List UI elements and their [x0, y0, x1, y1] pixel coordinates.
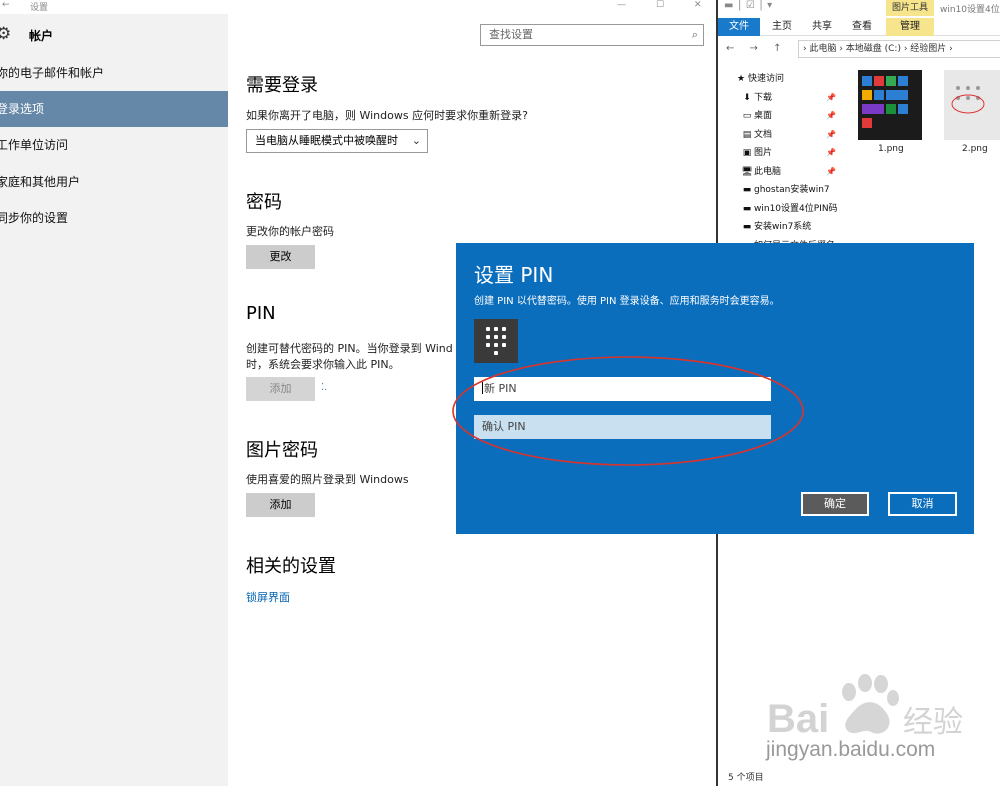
- nav-item-label: 此电脑: [754, 166, 782, 177]
- nav-item[interactable]: ▬ 安装win7系统: [718, 218, 842, 236]
- nav-item[interactable]: ▭ 桌面 📌: [718, 107, 842, 125]
- chevron-down-icon: ⌄: [411, 134, 421, 147]
- picture-password-desc: 使用喜爱的照片登录到 Windows: [246, 473, 409, 486]
- explorer-titlebar: ▬ │ ☑ │ ▾ 图片工具 win10设置4位P: [718, 0, 1000, 18]
- pin-icon[interactable]: 📌: [826, 144, 836, 162]
- dialog-title: 设置 PIN: [474, 263, 554, 287]
- require-signin-desc: 如果你离开了电脑，则 Windows 应何时要求你重新登录?: [246, 109, 528, 122]
- image-thumbnail-icon: [944, 70, 1000, 140]
- section-heading-require-signin: 需要登录: [246, 75, 318, 96]
- add-pin-button[interactable]: 添加: [246, 377, 315, 401]
- tab-view[interactable]: 查看: [846, 18, 878, 36]
- dialog-description: 创建 PIN 以代替密码。使用 PIN 登录设备、应用和服务时会更容易。: [474, 296, 780, 307]
- sidebar: ⚙ 帐户 你的电子邮件和帐户 登录选项 工作单位访问 家庭和其他用户 同步你的设…: [0, 14, 228, 786]
- sidebar-title: 帐户: [29, 29, 54, 43]
- nav-item[interactable]: ★ 快速访问: [718, 70, 842, 88]
- watermark-url: jingyan.baidu.com: [766, 738, 936, 761]
- sidebar-item-sync-settings[interactable]: 同步你的设置: [0, 200, 228, 236]
- sidebar-item-family-users[interactable]: 家庭和其他用户: [0, 164, 228, 200]
- pin-icon[interactable]: 📌: [826, 89, 836, 107]
- sidebar-item-label: 工作单位访问: [0, 138, 69, 152]
- folder-icon: ▤: [742, 129, 752, 140]
- gear-icon: ⚙: [0, 24, 12, 44]
- nav-item[interactable]: ⬇ 下载 📌: [718, 89, 842, 107]
- folder-icon: ⬇: [743, 92, 751, 103]
- dropdown-value: 当电脑从睡眠模式中被唤醒时: [255, 134, 398, 147]
- section-heading-password: 密码: [246, 192, 282, 213]
- sidebar-item-label: 你的电子邮件和帐户: [0, 66, 105, 80]
- section-heading-related: 相关的设置: [246, 556, 336, 577]
- address-path[interactable]: › 此电脑 › 本地磁盘 (C:) › 经验图片 ›: [798, 40, 1000, 58]
- file-thumbnail-2[interactable]: [944, 70, 1000, 140]
- address-bar: ← → ↑ › 此电脑 › 本地磁盘 (C:) › 经验图片 ›: [718, 38, 1000, 60]
- pin-desc-line2: 时，系统会要求你输入此 PIN。: [246, 358, 400, 371]
- sidebar-item-label: 登录选项: [0, 102, 45, 116]
- pin-desc-line1: 创建可替代密码的 PIN。当你登录到 Wind: [246, 342, 453, 355]
- pin-icon[interactable]: 📌: [826, 163, 836, 181]
- password-desc: 更改你的帐户密码: [246, 225, 334, 238]
- baidu-jingyan-logo: Bai 经验: [767, 674, 963, 741]
- sidebar-header: ⚙ 帐户: [0, 24, 228, 48]
- loading-spinner-icon: ⁚.: [321, 382, 328, 393]
- quick-access-toolbar-icon[interactable]: ▬ │ ☑ │ ▾: [724, 0, 772, 11]
- nav-item-label: 安装win7系统: [754, 222, 812, 232]
- nav-item-label: 图片: [754, 148, 773, 158]
- folder-icon: ▣: [742, 148, 752, 158]
- pin-icon[interactable]: 📌: [826, 126, 836, 144]
- back-arrow-icon[interactable]: ←: [2, 0, 10, 10]
- picture-tools-tab[interactable]: 图片工具: [886, 0, 934, 16]
- pin-icon[interactable]: 📌: [826, 107, 836, 125]
- nav-item[interactable]: ▬ win10设置4位PIN码: [718, 200, 842, 218]
- nav-item-label: 桌面: [754, 111, 773, 121]
- tab-share[interactable]: 共享: [806, 18, 838, 36]
- lock-screen-link[interactable]: 锁屏界面: [246, 589, 290, 605]
- nav-item[interactable]: ▣ 图片 📌: [718, 144, 842, 162]
- nav-item-label: 下载: [754, 92, 773, 103]
- require-signin-dropdown[interactable]: 当电脑从睡眠模式中被唤醒时 ⌄: [246, 129, 428, 153]
- window-title: 设置: [30, 3, 49, 13]
- nav-item-label: 快速访问: [748, 74, 785, 84]
- sidebar-item-email-accounts[interactable]: 你的电子邮件和帐户: [0, 55, 228, 91]
- navigation-pane: ★ 快速访问 ⬇ 下载 📌 ▭ 桌面 📌 ▤ 文档 📌 ▣ 图片 📌 🖥此电脑 📌 ▬ ghostan安装win7…: [718, 64, 842, 264]
- file-thumbnail-1[interactable]: [858, 70, 922, 140]
- file-name-1[interactable]: 1.png: [878, 144, 904, 154]
- section-heading-pin: PIN: [246, 303, 276, 324]
- cancel-button[interactable]: 取消: [888, 492, 957, 516]
- star-icon: ★: [736, 74, 746, 84]
- nav-item[interactable]: ▤ 文档 📌: [718, 126, 842, 144]
- tab-file[interactable]: 文件: [718, 18, 760, 36]
- ribbon-tabs: 文件 主页 共享 查看 管理: [718, 18, 1000, 36]
- svg-text:Bai: Bai: [767, 697, 829, 741]
- change-password-button[interactable]: 更改: [246, 245, 315, 269]
- sidebar-item-signin-options[interactable]: 登录选项: [0, 91, 228, 127]
- folder-icon: ▭: [742, 111, 752, 121]
- explorer-window-title: win10设置4位P: [940, 5, 1000, 15]
- nav-item-label: 文档: [754, 129, 773, 140]
- folder-icon: ▬: [742, 185, 752, 195]
- add-picture-password-button[interactable]: 添加: [246, 493, 315, 517]
- section-heading-picture-password: 图片密码: [246, 440, 318, 461]
- nav-arrows-icon[interactable]: ← → ↑: [726, 38, 788, 60]
- folder-icon: 🖥: [741, 166, 753, 177]
- status-bar-count: 5 个项目: [728, 773, 764, 783]
- nav-item[interactable]: ▬ ghostan安装win7: [718, 181, 842, 199]
- sidebar-item-work-access[interactable]: 工作单位访问: [0, 127, 228, 163]
- sidebar-item-label: 同步你的设置: [0, 211, 69, 225]
- tab-manage[interactable]: 管理: [886, 18, 934, 36]
- sidebar-item-label: 家庭和其他用户: [0, 175, 81, 189]
- image-thumbnail-icon: [858, 70, 922, 140]
- ok-button[interactable]: 确定: [801, 492, 869, 516]
- nav-item[interactable]: 🖥此电脑 📌: [718, 163, 842, 181]
- file-name-2[interactable]: 2.png: [962, 144, 988, 154]
- svg-text:经验: 经验: [903, 705, 963, 740]
- nav-item-label: win10设置4位PIN码: [754, 203, 838, 214]
- tab-home[interactable]: 主页: [766, 18, 798, 36]
- nav-item-label: ghostan安装win7: [754, 185, 830, 195]
- folder-icon: ▬: [742, 222, 752, 232]
- folder-icon: ▬: [742, 203, 752, 214]
- red-annotation-ellipse: [452, 356, 804, 466]
